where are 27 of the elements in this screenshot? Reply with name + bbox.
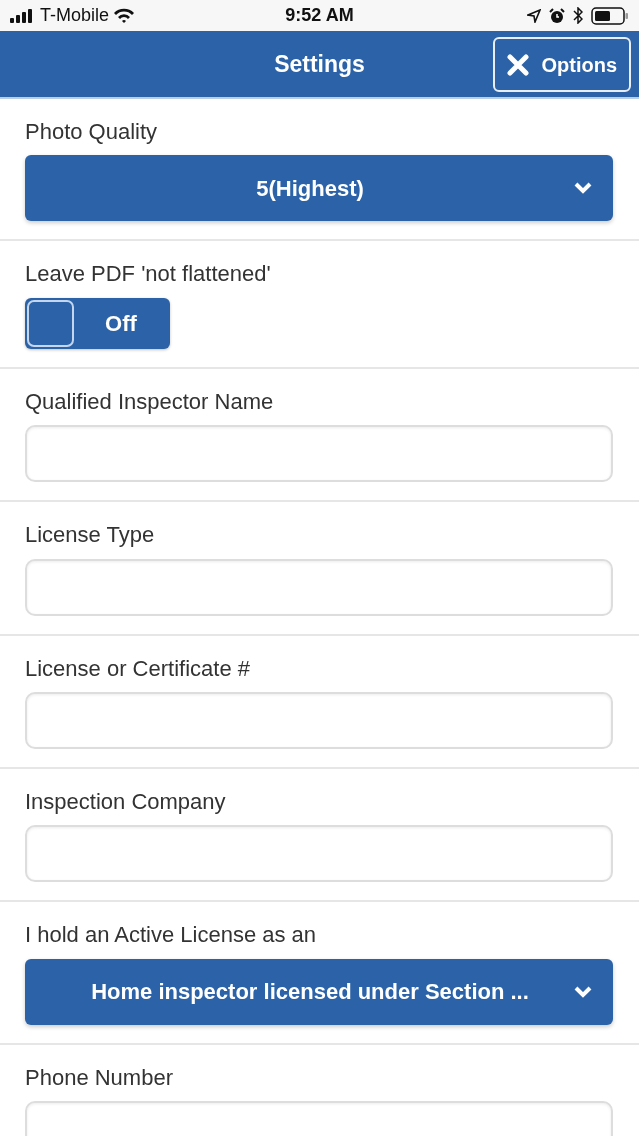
alarm-clock-icon	[549, 7, 565, 24]
battery-icon	[591, 6, 629, 25]
field-label: Inspection Company	[25, 788, 227, 816]
chevron-down-icon	[573, 181, 593, 196]
field-label: Phone Number	[25, 1064, 174, 1092]
page-title: Settings	[274, 49, 365, 79]
options-button[interactable]: Options	[493, 37, 631, 92]
chevron-down-icon	[573, 984, 593, 999]
field-label: Leave PDF 'not flattened'	[25, 261, 272, 288]
field-label: License or Certificate #	[25, 655, 251, 682]
text-input-field[interactable]	[25, 425, 613, 483]
dropdown-select[interactable]: 5(Highest)	[25, 155, 613, 222]
toggle-switch[interactable]: Off	[25, 297, 170, 349]
clock-time: 9:52 AM	[285, 4, 354, 27]
field-label: I hold an Active License as an	[25, 922, 318, 949]
location-arrow-icon	[527, 8, 541, 23]
close-icon	[507, 53, 530, 76]
text-input-field[interactable]	[25, 558, 613, 616]
bluetooth-icon	[573, 7, 583, 24]
carrier-name: T-Mobile	[40, 4, 110, 27]
field-label: Qualified Inspector Name	[25, 388, 275, 416]
field-label: Photo Quality	[25, 119, 159, 146]
field-label: License Type	[25, 522, 156, 549]
wifi-icon	[113, 7, 136, 24]
text-input-field[interactable]	[25, 825, 613, 883]
text-input-field[interactable]	[25, 691, 613, 749]
dropdown-select[interactable]: Home inspector licensed under Section ...	[25, 958, 613, 1025]
